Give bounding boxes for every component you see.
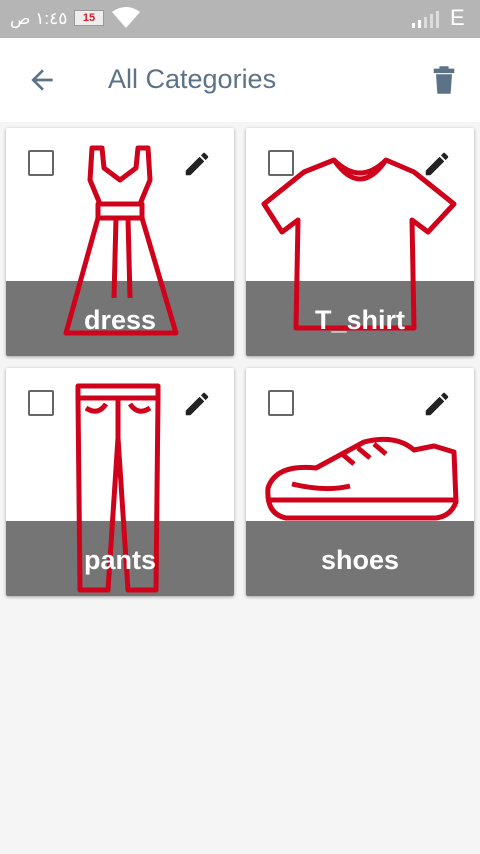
category-card-shoes[interactable]: shoes (246, 368, 474, 596)
network-type: E (450, 5, 465, 30)
category-card-dress[interactable]: dress (6, 128, 234, 356)
category-label: shoes (320, 545, 400, 575)
trash-icon[interactable] (430, 64, 458, 96)
battery-icon: 15 (74, 10, 104, 26)
category-card-tshirt[interactable]: T_shirt (246, 128, 474, 356)
status-bar: ١:٤٥ ص 15 E (0, 0, 480, 38)
category-label: dress (83, 305, 157, 335)
select-checkbox[interactable] (28, 390, 54, 416)
page-title: All Categories (108, 64, 277, 94)
category-label: T_shirt (314, 305, 406, 335)
category-card-pants[interactable]: pants (6, 368, 234, 596)
select-checkbox[interactable] (268, 150, 294, 176)
pencil-icon[interactable] (182, 389, 212, 419)
pencil-icon[interactable] (182, 149, 212, 179)
arrow-back-icon[interactable] (26, 64, 58, 96)
signal-icon (412, 11, 439, 28)
select-checkbox[interactable] (28, 150, 54, 176)
select-checkbox[interactable] (268, 390, 294, 416)
category-label: pants (83, 545, 156, 575)
pencil-icon[interactable] (422, 149, 452, 179)
app-bar: All Categories (0, 38, 480, 122)
pencil-icon[interactable] (422, 389, 452, 419)
status-time: ١:٤٥ ص (10, 9, 68, 28)
wifi-icon (112, 7, 140, 28)
